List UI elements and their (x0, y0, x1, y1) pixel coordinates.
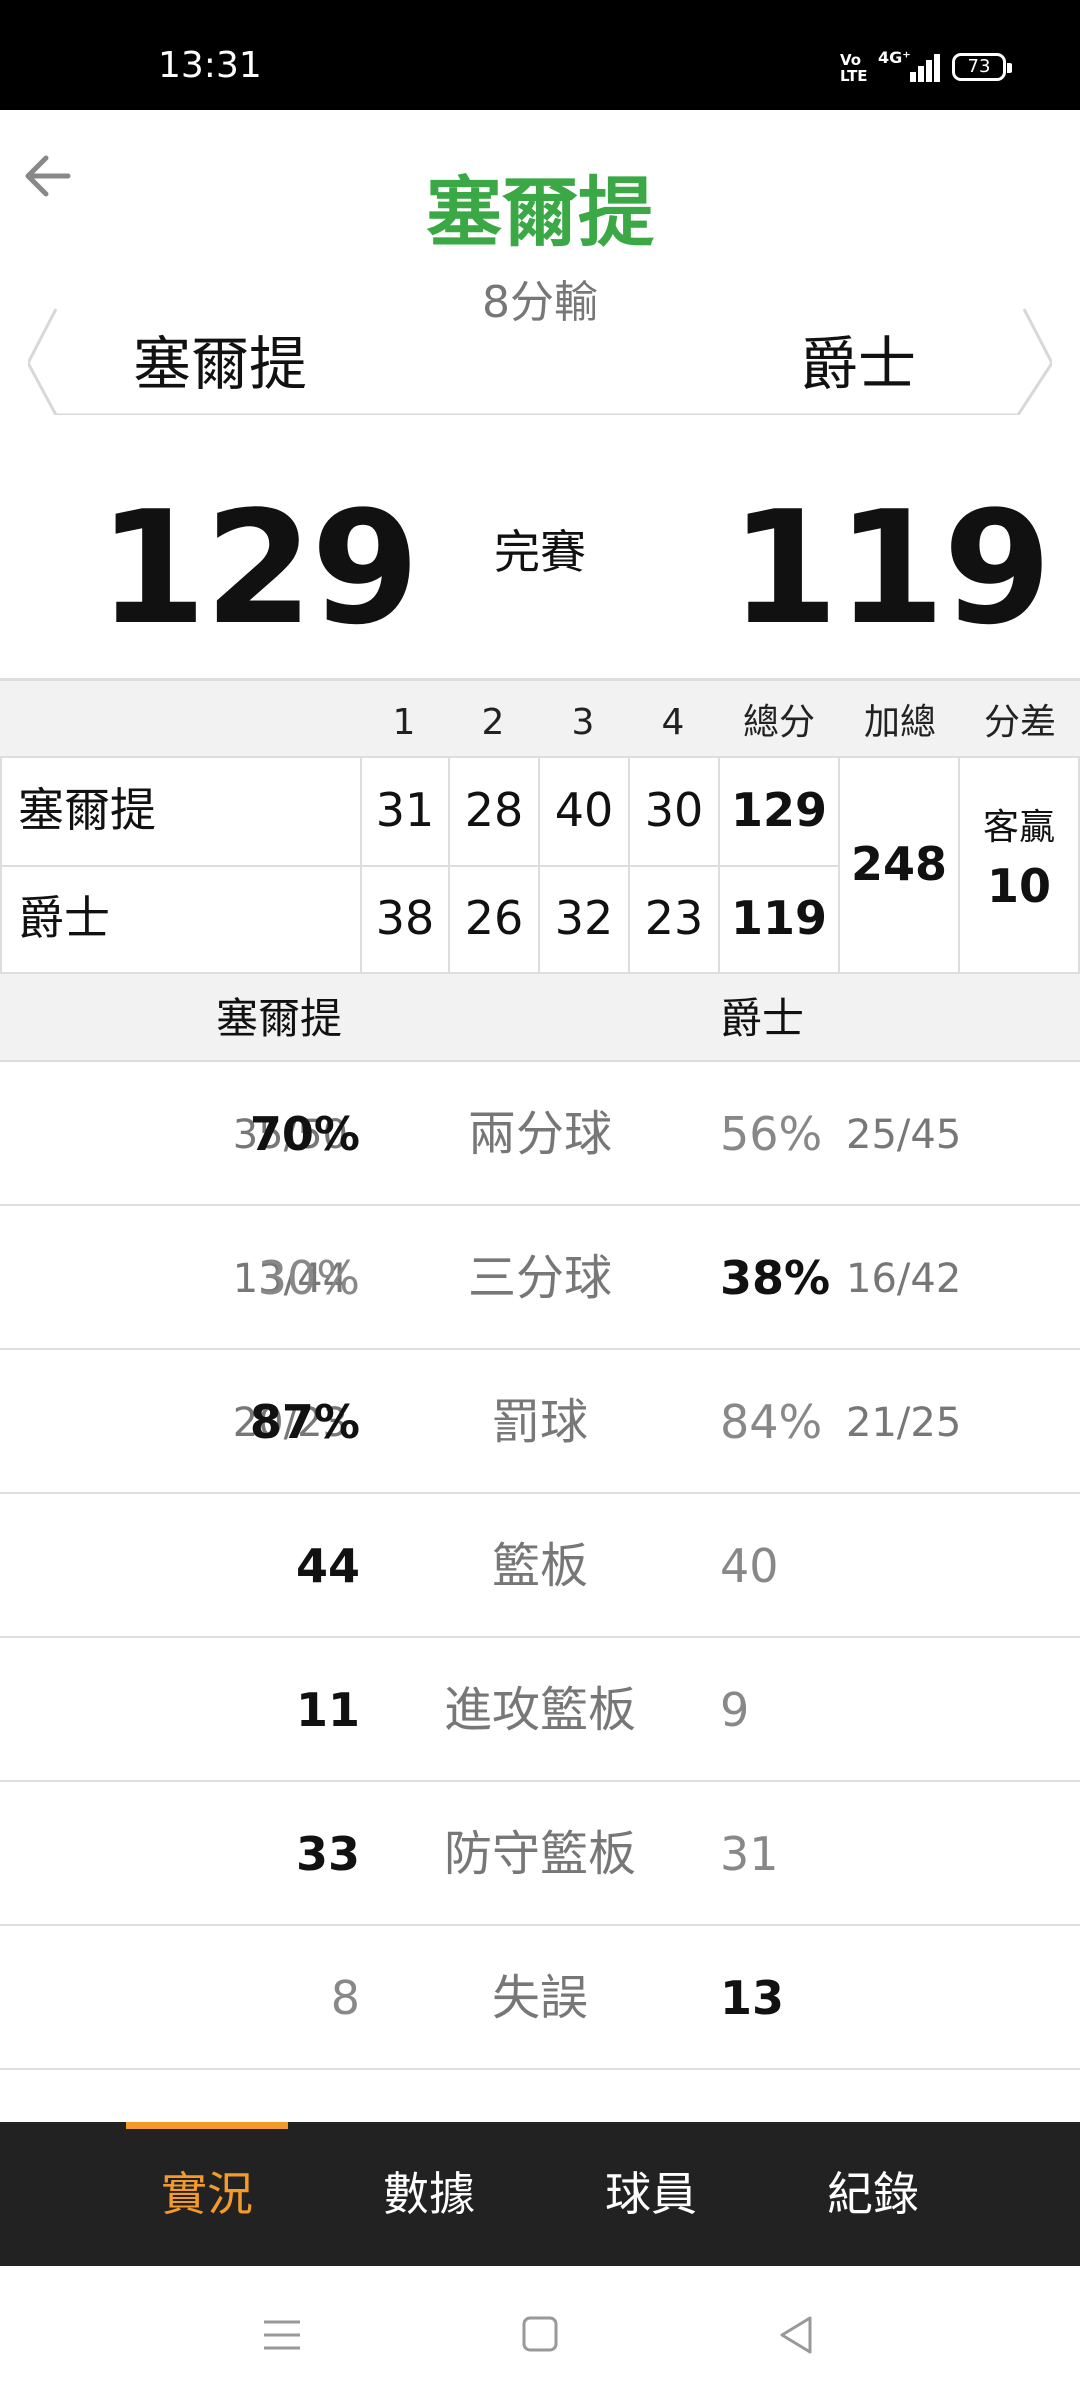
stat-right-fraction: 21/25 (846, 1400, 962, 1446)
stats-team-right: 爵士 (720, 994, 805, 1043)
q1-right: 38 (375, 891, 435, 945)
total-right: 119 (730, 891, 828, 945)
score-right: 119 (730, 477, 1052, 659)
stat-right-value: 38% (720, 1251, 831, 1305)
bottom-tab-bar: 實況 數據 球員 紀錄 (0, 2122, 1080, 2266)
stat-label: 失誤 (491, 1970, 588, 2026)
stat-row: 8 失誤 13 (0, 1924, 1080, 2068)
q4-right: 23 (644, 891, 704, 945)
status-bar: 13:31 Vo LTE 4G⁺ 73 (0, 0, 1080, 110)
system-nav-bar (0, 2266, 1080, 2400)
stat-right-fraction: 25/45 (846, 1112, 962, 1158)
header-spread: 分差 (983, 702, 1056, 743)
stat-right-value: 13 (720, 1971, 785, 2025)
header-q3: 3 (571, 702, 595, 743)
quarter-score-table: 1 2 3 4 總分 加總 分差 塞爾提 31 28 40 30 129 爵士 … (0, 678, 1080, 974)
team-left-name[interactable]: 塞爾提 (133, 328, 307, 400)
signal-icon (896, 52, 940, 82)
header-combined: 加總 (863, 702, 936, 743)
q3-left: 40 (554, 783, 614, 837)
stat-right-value: 9 (720, 1683, 750, 1737)
quarter-table-header: 1 2 3 4 總分 加總 分差 (0, 678, 1080, 758)
stat-label: 防守籃板 (443, 1826, 636, 1882)
stat-row: 13/44 30% 三分球 38% 16/42 (0, 1204, 1080, 1348)
q4-left: 30 (644, 783, 704, 837)
stat-label: 進攻籃板 (443, 1682, 636, 1738)
tab-records[interactable]: 紀錄 (762, 2122, 984, 2266)
stat-row: 33 防守籃板 31 (0, 1780, 1080, 1924)
quarter-table-body: 塞爾提 31 28 40 30 129 爵士 38 26 32 23 119 2… (0, 758, 1080, 974)
header-q1: 1 (392, 702, 416, 743)
team-right-name[interactable]: 爵士 (800, 328, 916, 400)
stat-right-value: 56% (720, 1107, 823, 1161)
stat-row-partial (0, 2068, 1080, 2122)
tab-live[interactable]: 實況 (96, 2122, 318, 2266)
row-team-right: 爵士 (18, 891, 110, 945)
stat-row: 20/23 87% 罰球 84% 21/25 (0, 1348, 1080, 1492)
stat-right-value: 84% (720, 1395, 823, 1449)
tab-stats[interactable]: 數據 (318, 2122, 540, 2266)
home-square-icon[interactable] (514, 2310, 566, 2360)
total-left: 129 (730, 783, 828, 837)
triangle-back-icon[interactable] (772, 2310, 824, 2360)
page-title: 塞爾提 (426, 168, 654, 257)
stat-label: 籃板 (491, 1538, 588, 1594)
volte-icon: Vo LTE (840, 51, 868, 85)
row-team-left: 塞爾提 (18, 783, 156, 837)
spread-label: 客贏 (982, 807, 1055, 848)
q1-left: 31 (375, 783, 435, 837)
header-total: 總分 (742, 702, 815, 743)
q3-right: 32 (554, 891, 614, 945)
q2-right: 26 (464, 891, 524, 945)
header-q2: 2 (481, 702, 505, 743)
stat-right-value: 40 (720, 1539, 779, 1593)
stats-header: 塞爾提 爵士 (0, 974, 1080, 1060)
stat-row: 44 籃板 40 (0, 1492, 1080, 1636)
combined-total: 248 (850, 837, 948, 891)
menu-icon[interactable] (256, 2310, 308, 2360)
stat-row: 11 進攻籃板 9 (0, 1636, 1080, 1780)
tab-players[interactable]: 球員 (540, 2122, 762, 2266)
stat-right-fraction: 16/42 (846, 1256, 962, 1302)
spread-value: 10 (986, 859, 1051, 913)
header-q4: 4 (661, 702, 685, 743)
stat-right-value: 31 (720, 1827, 779, 1881)
clock: 13:31 (158, 45, 262, 86)
stats-team-left: 塞爾提 (216, 994, 343, 1043)
battery-icon: 73 (952, 53, 1012, 81)
q2-left: 28 (464, 783, 524, 837)
stat-row: 35/50 70% 兩分球 56% 25/45 (0, 1060, 1080, 1204)
